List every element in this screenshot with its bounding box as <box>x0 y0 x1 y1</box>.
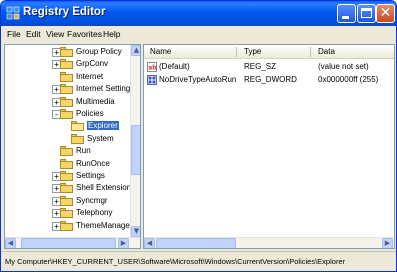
scroll-up-button[interactable]: ▲ <box>131 45 140 56</box>
menu-bar: File Edit View Favorites Help <box>1 26 396 44</box>
folder-icon <box>60 195 73 206</box>
open-folder-icon <box>71 121 84 132</box>
close-icon: ✕ <box>379 5 392 21</box>
tree-item[interactable]: + Multimedia <box>5 96 130 108</box>
scroll-left-button[interactable]: ◀ <box>5 238 16 248</box>
tree-item-label: ThemeManager <box>76 220 133 230</box>
tree-item-label: RunOnce <box>76 158 110 168</box>
tree-item-label: Explorer <box>87 121 119 131</box>
scroll-thumb[interactable] <box>131 125 140 175</box>
tree-item[interactable]: + GrpConv <box>5 58 130 70</box>
tree-item[interactable]: Run <box>5 145 130 157</box>
values-horizontal-scrollbar[interactable]: ◀ ▶ <box>144 237 394 248</box>
value-name: NoDriveTypeAutoRun <box>159 75 237 84</box>
window-title: Registry Editor <box>23 6 106 18</box>
tree-item[interactable]: + Group Policy <box>5 46 130 58</box>
folder-icon <box>60 220 73 231</box>
hscroll-thumb[interactable] <box>156 238 236 248</box>
minimize-button[interactable] <box>337 4 356 23</box>
value-type: REG_DWORD <box>244 75 297 84</box>
list-item[interactable]: NoDriveTypeAutoRun REG_DWORD 0x000000ff … <box>144 74 394 86</box>
tree-item[interactable]: + Telephony <box>5 207 130 219</box>
folder-icon <box>60 96 73 107</box>
scroll-right-button[interactable]: ▶ <box>382 238 393 248</box>
tree-item[interactable]: System <box>5 133 130 145</box>
folder-icon <box>71 133 84 144</box>
tree-horizontal-scrollbar[interactable]: ◀ ▶ <box>5 237 140 248</box>
folder-icon <box>60 84 73 95</box>
tree-item-label: Settings <box>76 171 105 180</box>
tree-item[interactable]: + Syncmgr <box>5 195 130 207</box>
tree-item[interactable]: + Internet Settings <box>5 83 134 95</box>
tree-item[interactable]: + Settings <box>5 170 130 182</box>
hscroll-thumb[interactable] <box>21 238 116 248</box>
menu-favorites[interactable]: Favorites <box>67 29 102 39</box>
folder-icon <box>60 109 73 119</box>
folder-icon <box>60 208 73 219</box>
folder-icon <box>60 183 73 194</box>
folder-icon <box>60 171 73 181</box>
menu-file[interactable]: File <box>7 29 21 39</box>
folder-icon <box>60 158 73 169</box>
values-pane[interactable]: Name Type Data ab (Default) REG_SZ (valu… <box>143 44 395 249</box>
column-separator[interactable] <box>236 47 237 57</box>
menu-help[interactable]: Help <box>103 29 120 39</box>
close-button[interactable]: ✕ <box>376 4 395 23</box>
scroll-right-button[interactable]: ▶ <box>118 238 129 248</box>
column-data-header[interactable]: Data <box>318 47 335 56</box>
tree-item-label: Group Policy <box>76 47 122 56</box>
folder-icon <box>60 146 73 157</box>
menu-edit[interactable]: Edit <box>26 29 41 39</box>
minimize-icon <box>342 16 349 19</box>
tree-item-label: Internet Settings <box>76 84 135 94</box>
column-name-header[interactable]: Name <box>150 47 171 56</box>
tree-item-label: Shell Extensions <box>76 183 136 193</box>
string-value-icon: ab <box>147 62 157 72</box>
folder-icon <box>60 47 73 57</box>
key-tree-pane[interactable]: + Group Policy + GrpConv Internet + Internet S… <box>4 44 141 249</box>
registry-path: My Computer\HKEY_CURRENT_USER\Software\M… <box>5 257 346 266</box>
maximize-button[interactable] <box>357 4 376 23</box>
tree-item-label: Internet <box>76 71 104 81</box>
title-bar[interactable]: Registry Editor ✕ <box>1 1 396 26</box>
tree-item-label: GrpConv <box>76 59 109 69</box>
dword-value-icon <box>147 75 157 85</box>
tree-item[interactable]: - Policies <box>5 108 130 120</box>
tree-item-label: Syncmgr <box>76 195 108 205</box>
tree-vertical-scrollbar[interactable]: ▲ ▼ <box>130 45 140 237</box>
tree-item[interactable]: RunOnce <box>5 158 130 170</box>
tree-item-label: Policies <box>76 109 104 118</box>
tree-item[interactable]: Explorer <box>5 120 130 132</box>
value-data: 0x000000ff (255) <box>318 75 379 84</box>
tree-item[interactable]: + ThemeManager <box>5 220 133 232</box>
column-separator[interactable] <box>310 47 311 57</box>
scroll-down-button[interactable]: ▼ <box>131 226 140 237</box>
folder-icon <box>60 71 73 82</box>
list-header: Name Type Data <box>144 45 394 59</box>
tree-item[interactable]: Internet <box>5 71 130 83</box>
tree-item-label: System <box>87 133 114 143</box>
scroll-left-button[interactable]: ◀ <box>144 238 155 248</box>
value-data: (value not set) <box>318 62 369 71</box>
value-type: REG_SZ <box>244 62 277 71</box>
tree-item[interactable]: + Shell Extensions <box>5 182 135 194</box>
menu-view[interactable]: View <box>46 29 64 39</box>
maximize-icon <box>361 8 372 18</box>
registry-editor-icon <box>6 6 20 20</box>
tree-item-label: Telephony <box>76 208 113 218</box>
tree-item-label: Run <box>76 146 91 156</box>
registry-editor-window: Registry Editor ✕ File Edit View Favorit… <box>0 0 397 272</box>
value-name: (Default) <box>159 62 190 71</box>
tree-item-label: Multimedia <box>76 96 115 106</box>
column-type-header[interactable]: Type <box>244 47 261 56</box>
status-bar: My Computer\HKEY_CURRENT_USER\Software\M… <box>1 251 396 271</box>
list-item[interactable]: ab (Default) REG_SZ (value not set) <box>144 61 394 73</box>
svg-text:ab: ab <box>148 65 157 72</box>
folder-icon <box>60 59 73 70</box>
